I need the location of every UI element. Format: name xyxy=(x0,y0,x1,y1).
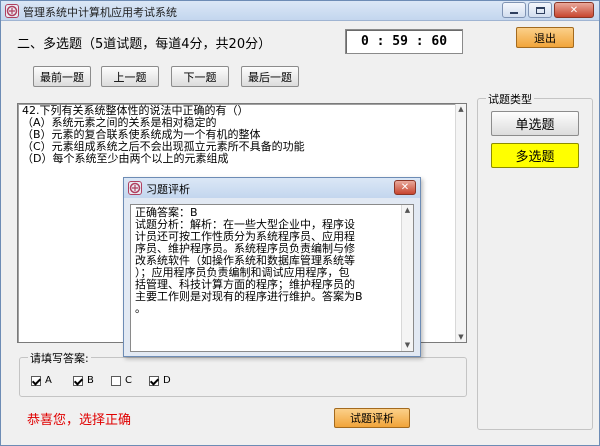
last-question-button[interactable]: 最后一题 xyxy=(241,66,299,87)
single-choice-button[interactable]: 单选题 xyxy=(491,111,579,136)
answer-checkbox-b[interactable]: B xyxy=(73,375,94,386)
title-bar[interactable]: 管理系统中计算机应用考试系统 ✕ xyxy=(1,1,599,21)
answer-label-b: B xyxy=(87,375,94,386)
scroll-down-icon[interactable]: ▼ xyxy=(456,332,466,342)
answer-checkbox-d[interactable]: D xyxy=(149,375,171,386)
maximize-icon xyxy=(529,3,551,17)
app-logo-icon xyxy=(5,4,19,18)
window-title: 管理系统中计算机应用考试系统 xyxy=(23,6,177,19)
close-icon: ✕ xyxy=(569,4,579,16)
countdown-timer: 0 : 59 : 60 xyxy=(345,29,463,54)
prev-question-button[interactable]: 上一题 xyxy=(101,66,159,87)
first-question-button[interactable]: 最前一题 xyxy=(33,66,91,87)
question-type-legend: 试题类型 xyxy=(486,91,534,107)
scroll-up-icon[interactable]: ▲ xyxy=(402,205,413,216)
dialog-line: 主要工作则是对现有的程序进行维护。答案为B xyxy=(135,290,363,303)
minimize-button[interactable] xyxy=(502,2,526,18)
feedback-message: 恭喜您，选择正确 xyxy=(27,413,132,428)
answer-label-a: A xyxy=(45,375,52,386)
dialog-close-button[interactable]: ✕ xyxy=(394,180,416,195)
next-question-button[interactable]: 下一题 xyxy=(171,66,229,87)
dialog-title: 习题评析 xyxy=(146,183,190,196)
checkbox-checked-icon[interactable] xyxy=(31,375,41,386)
checkbox-checked-icon[interactable] xyxy=(149,375,159,386)
question-scrollbar[interactable]: ▲ ▼ xyxy=(455,104,466,342)
close-icon: ✕ xyxy=(400,182,410,193)
scroll-down-icon[interactable]: ▼ xyxy=(402,340,413,351)
minimize-icon xyxy=(503,3,525,17)
close-button[interactable]: ✕ xyxy=(554,2,594,18)
multi-choice-button[interactable]: 多选题 xyxy=(491,143,579,168)
review-button[interactable]: 试题评析 xyxy=(334,408,410,428)
answer-checkbox-c[interactable]: C xyxy=(111,375,132,386)
checkbox-checked-icon[interactable] xyxy=(73,375,83,386)
maximize-button[interactable] xyxy=(528,2,552,18)
dialog-scrollbar[interactable]: ▲ ▼ xyxy=(401,205,413,351)
checkbox-unchecked-icon[interactable] xyxy=(111,375,121,386)
dialog-textbox[interactable]: 正确答案：B 试题分析：解析：在一些大型企业中，程序设 计员还可按工作性质分为系… xyxy=(130,204,414,352)
scroll-up-icon[interactable]: ▲ xyxy=(456,104,466,114)
section-title: 二、多选题（5道试题，每道4分，共20分） xyxy=(17,37,272,52)
dialog-title-bar[interactable]: 习题评析 ✕ xyxy=(124,178,420,198)
answer-checkbox-a[interactable]: A xyxy=(31,375,52,386)
exit-button[interactable]: 退出 xyxy=(516,27,574,48)
main-window: 管理系统中计算机应用考试系统 ✕ 二、多选题（5道试题，每道4分，共20分） 0… xyxy=(0,0,600,446)
dialog-line: 。 xyxy=(135,302,146,315)
answer-label-d: D xyxy=(163,375,171,386)
review-dialog: 习题评析 ✕ 正确答案：B 试题分析：解析：在一些大型企业中，程序设 计员还可按… xyxy=(123,177,421,357)
question-option-d: （D）每个系统至少由两个以上的元素组成 xyxy=(22,152,229,165)
window-controls: ✕ xyxy=(500,2,594,18)
answer-legend: 请填写答案: xyxy=(28,350,91,366)
dialog-logo-icon xyxy=(128,181,142,195)
dialog-text: 正确答案：B 试题分析：解析：在一些大型企业中，程序设 计员还可按工作性质分为系… xyxy=(135,207,397,315)
answer-label-c: C xyxy=(125,375,132,386)
